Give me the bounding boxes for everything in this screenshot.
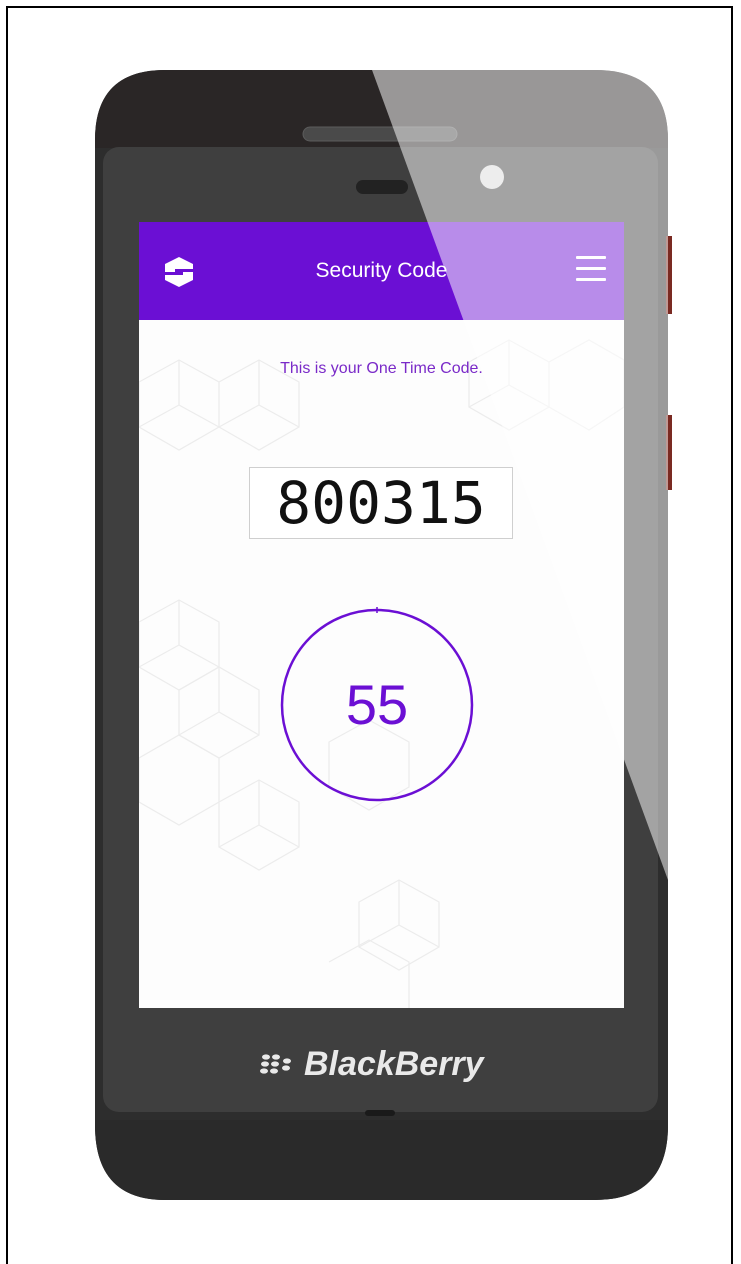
app-header: Security Code <box>139 222 624 320</box>
device-screen: Security Code This is your One Time Code… <box>139 222 624 1008</box>
countdown-seconds: 55 <box>345 673 409 736</box>
one-time-code: 800315 <box>249 467 513 539</box>
brand-label: BlackBerry <box>304 1045 484 1083</box>
page-title: Security Code <box>315 259 448 282</box>
code-subtitle: This is your One Time Code. <box>280 360 483 377</box>
device-brand: BlackBerry <box>260 1045 484 1084</box>
hamburger-menu-icon[interactable] <box>576 256 606 286</box>
blackberry-logo-icon <box>260 1053 291 1074</box>
